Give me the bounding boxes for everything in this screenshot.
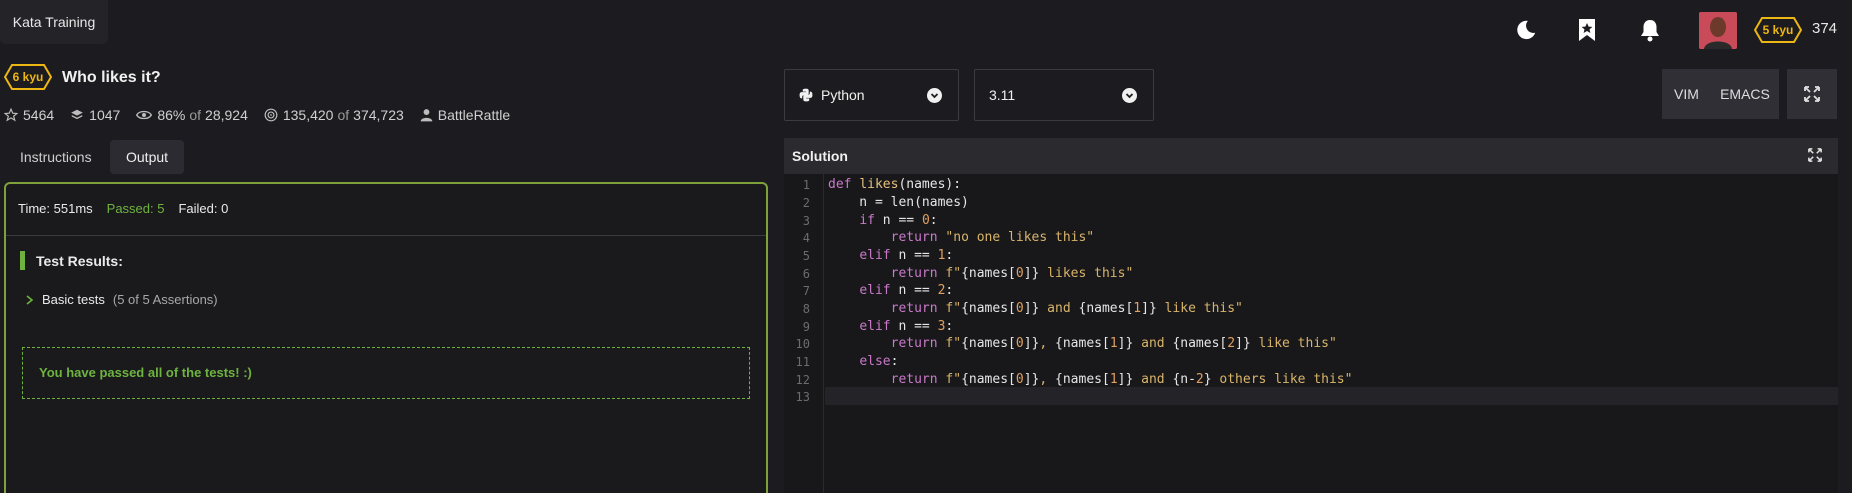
user-rank-label: 5 kyu (1762, 23, 1794, 37)
line-number: 6 (802, 267, 810, 281)
fullscreen-button[interactable] (1787, 69, 1837, 119)
code-line: return f"{names[0]}, {names[1]} and {nam… (890, 336, 1337, 351)
failed-count: Failed: 0 (178, 201, 229, 216)
code-line: else: (859, 354, 899, 369)
active-line-highlight (825, 387, 1838, 405)
satisfaction-of: of (189, 107, 202, 123)
code-line: return f"{names[0]}, {names[1]} and {n-2… (890, 372, 1353, 387)
kata-rank-label: 6 kyu (12, 70, 44, 84)
language-value: Python (821, 87, 865, 103)
code-line: def likes(names): (828, 177, 962, 192)
line-gutter: 1 2 3 4 5 6 7 8 9 10 11 12 13 (784, 174, 824, 493)
star-icon (4, 108, 18, 122)
basic-tests-group[interactable]: Basic tests (5 of 5 Assertions) (26, 292, 218, 307)
code-line: elif n == 2: (859, 283, 954, 298)
solution-header (784, 138, 1838, 174)
line-number: 4 (802, 231, 810, 245)
collections-count: 1047 (89, 107, 121, 123)
code-line: elif n == 3: (859, 319, 954, 334)
output-divider (6, 235, 766, 236)
basic-tests-label: Basic tests (42, 292, 105, 307)
moon-icon[interactable] (1513, 16, 1539, 44)
line-number: 7 (802, 284, 810, 298)
user-rank-badge[interactable]: 5 kyu (1754, 17, 1802, 43)
code-line: elif n == 1: (859, 248, 954, 263)
satisfaction-votes: 28,924 (205, 107, 248, 123)
line-number: 11 (795, 355, 810, 369)
line-number: 10 (795, 337, 810, 351)
chevron-down-icon (1122, 88, 1137, 103)
code-line: if n == 0: (859, 213, 938, 228)
target-icon (264, 108, 278, 122)
line-number: 13 (795, 390, 810, 404)
test-results-marker (20, 251, 25, 270)
bell-icon[interactable] (1637, 16, 1663, 44)
line-number: 1 (802, 178, 810, 192)
code-line: return f"{names[0]} likes this" (890, 266, 1134, 281)
output-panel (4, 182, 768, 493)
passed-count: Passed: 5 (106, 201, 165, 216)
version-value: 3.11 (989, 87, 1016, 103)
basic-tests-assertions: (5 of 5 Assertions) (112, 292, 218, 307)
avatar[interactable] (1699, 12, 1737, 49)
bookmark-star-icon[interactable] (1574, 16, 1600, 44)
chevron-down-icon (927, 88, 942, 103)
line-number: 8 (802, 302, 810, 316)
collections-stat[interactable]: 1047 (70, 107, 120, 123)
run-time: Time: 551ms (18, 201, 93, 216)
stars-stat[interactable]: 5464 (4, 107, 54, 123)
kata-title[interactable]: Who likes it? (62, 69, 161, 87)
language-select[interactable]: Python (784, 69, 959, 121)
eye-icon (136, 110, 153, 120)
author-name: BattleRattle (437, 107, 511, 123)
line-number: 3 (802, 214, 810, 228)
code-editor[interactable]: 1 2 3 4 5 6 7 8 9 10 11 12 13 def likes(… (784, 174, 1838, 493)
stars-count: 5464 (23, 107, 55, 123)
attempts-count: 374,723 (353, 107, 404, 123)
version-select[interactable]: 3.11 (974, 69, 1154, 121)
code-line: return f"{names[0]} and {names[1]} like … (890, 301, 1243, 316)
completed-count: 135,420 (282, 107, 334, 123)
honor-count: 374 (1812, 20, 1838, 37)
completed-of: of (337, 107, 350, 123)
kata-rank-badge: 6 kyu (4, 64, 52, 90)
layers-icon (71, 109, 83, 120)
line-number: 2 (802, 196, 810, 210)
test-results-heading: Test Results: (36, 253, 123, 269)
python-icon (799, 88, 813, 102)
tab-instructions[interactable]: Instructions (4, 140, 108, 174)
kata-training-brand[interactable]: Kata Training (0, 0, 108, 44)
emacs-mode-button[interactable]: EMACS (1711, 69, 1779, 119)
solution-title: Solution (792, 148, 848, 164)
tab-output[interactable]: Output (110, 140, 185, 174)
line-number: 9 (802, 320, 810, 334)
author-stat[interactable]: BattleRattle (420, 107, 510, 123)
completions-stat: 135,420 of 374,723 (264, 107, 404, 123)
user-icon (420, 109, 433, 122)
chevron-right-icon (26, 294, 34, 305)
code-line: return "no one likes this" (890, 230, 1095, 245)
expand-editor-icon[interactable] (1808, 148, 1822, 162)
output-summary: Time: 551ms Passed: 5 Failed: 0 (18, 201, 228, 216)
kata-stats: 5464 1047 86% of 28,924 135,420 of 374,7… (4, 106, 526, 124)
vim-mode-button[interactable]: VIM (1662, 69, 1711, 119)
line-number: 5 (802, 249, 810, 263)
satisfaction-stat: 86% of 28,924 (136, 107, 248, 123)
pass-message: You have passed all of the tests! :) (22, 347, 750, 399)
expand-icon (1804, 86, 1820, 102)
line-number: 12 (795, 373, 810, 387)
satisfaction-percent: 86% (157, 107, 186, 123)
code-line: n = len(names) (828, 195, 969, 210)
